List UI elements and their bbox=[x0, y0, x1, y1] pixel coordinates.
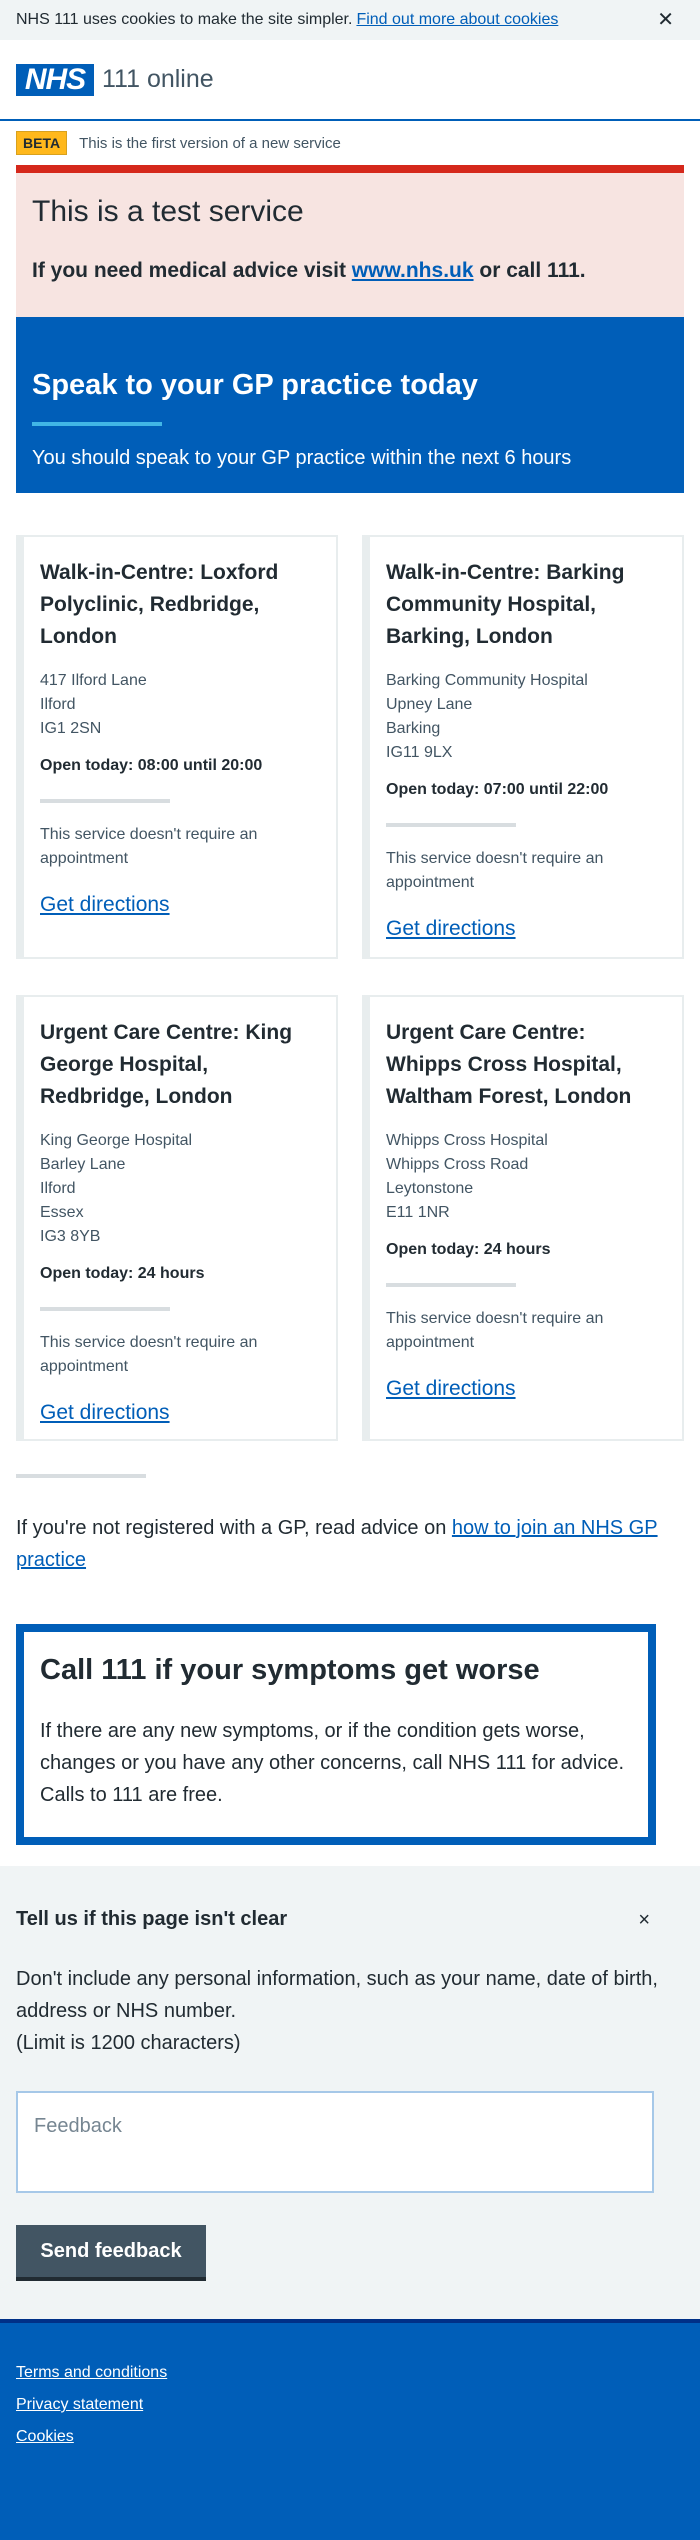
address-line: Barking bbox=[386, 720, 441, 737]
send-feedback-button[interactable]: Send feedback bbox=[16, 2225, 206, 2281]
page-title: Speak to your GP practice today bbox=[32, 369, 478, 401]
service-name: Walk-in-Centre: Loxford Polyclinic, Redb… bbox=[40, 561, 279, 648]
service-name[interactable]: 111 online bbox=[102, 65, 214, 94]
address-line: Essex bbox=[40, 1204, 84, 1221]
test-service-text: If you need medical advice visit www.nhs… bbox=[32, 259, 668, 283]
footer-link-privacy[interactable]: Privacy statement bbox=[16, 2389, 684, 2421]
service-list: Walk-in-Centre: Loxford Polyclinic, Redb… bbox=[0, 535, 700, 1441]
cookie-text: NHS 111 uses cookies to make the site si… bbox=[16, 11, 353, 28]
address-line: IG11 9LX bbox=[386, 744, 453, 761]
disposition-banner: Speak to your GP practice today You shou… bbox=[16, 317, 684, 493]
phase-banner: BETA This is the first version of a new … bbox=[0, 121, 700, 165]
service-card: Walk-in-Centre: Loxford Polyclinic, Redb… bbox=[16, 535, 338, 959]
beta-tag: BETA bbox=[16, 131, 68, 155]
worsening-heading: Call 111 if your symptoms get worse bbox=[40, 1654, 540, 1686]
worsening-text: If there are any new symptoms, or if the… bbox=[40, 1720, 625, 1806]
test-service-text-before: If you need medical advice visit bbox=[32, 259, 352, 282]
get-directions-link[interactable]: Get directions bbox=[386, 917, 516, 941]
service-name: Walk-in-Centre: Barking Community Hospit… bbox=[386, 561, 625, 648]
address-line: Barley Lane bbox=[40, 1156, 126, 1173]
get-directions-link[interactable]: Get directions bbox=[40, 893, 170, 917]
test-service-heading: This is a test service bbox=[32, 195, 304, 228]
feedback-privacy-text: Don't include any personal information, … bbox=[16, 1968, 658, 2022]
appointment-info: This service doesn't require an appointm… bbox=[386, 850, 604, 891]
service-address: Whipps Cross Hospital Whipps Cross Road … bbox=[386, 1129, 666, 1225]
address-line: King George Hospital bbox=[40, 1132, 193, 1149]
address-line: Ilford bbox=[40, 696, 76, 713]
footer-link-cookies[interactable]: Cookies bbox=[16, 2421, 684, 2453]
service-name: Urgent Care Centre: Whipps Cross Hospita… bbox=[386, 1021, 632, 1108]
address-line: Leytonstone bbox=[386, 1180, 474, 1197]
service-card: Walk-in-Centre: Barking Community Hospit… bbox=[362, 535, 684, 959]
close-icon[interactable]: × bbox=[638, 1910, 650, 1930]
section-divider bbox=[16, 1474, 146, 1478]
address-line: Ilford bbox=[40, 1180, 76, 1197]
service-address: 417 Ilford Lane Ilford IG1 2SN bbox=[40, 669, 320, 741]
appointment-info: This service doesn't require an appointm… bbox=[40, 1334, 258, 1375]
site-footer: Terms and conditions Privacy statement C… bbox=[0, 2319, 700, 2540]
feedback-heading: Tell us if this page isn't clear bbox=[16, 1908, 288, 1930]
opening-times: Open today: 07:00 until 22:00 bbox=[386, 781, 609, 798]
address-line: Whipps Cross Hospital bbox=[386, 1132, 548, 1149]
address-line: 417 Ilford Lane bbox=[40, 672, 147, 689]
appointment-info: This service doesn't require an appointm… bbox=[386, 1310, 604, 1351]
address-line: IG1 2SN bbox=[40, 720, 102, 737]
cookie-info-link[interactable]: Find out more about cookies bbox=[356, 11, 558, 28]
nhs-logo[interactable]: NHS bbox=[16, 63, 94, 96]
gp-registration-advice: If you're not registered with a GP, read… bbox=[16, 1512, 684, 1576]
card-divider bbox=[386, 823, 516, 827]
feedback-input[interactable] bbox=[16, 2091, 654, 2193]
service-card: Urgent Care Centre: Whipps Cross Hospita… bbox=[362, 995, 684, 1441]
service-address: King George Hospital Barley Lane Ilford … bbox=[40, 1129, 320, 1249]
cookie-message: NHS 111 uses cookies to make the site si… bbox=[16, 11, 558, 29]
nhs-uk-link[interactable]: www.nhs.uk bbox=[352, 259, 474, 282]
banner-subtext: You should speak to your GP practice wit… bbox=[32, 447, 572, 469]
address-line: IG3 8YB bbox=[40, 1228, 101, 1245]
card-divider bbox=[386, 1283, 516, 1287]
address-line: E11 1NR bbox=[386, 1204, 450, 1221]
service-card: Urgent Care Centre: King George Hospital… bbox=[16, 995, 338, 1441]
worsening-care-box: Call 111 if your symptoms get worse If t… bbox=[16, 1624, 656, 1845]
gp-advice-text: If you're not registered with a GP, read… bbox=[16, 1517, 452, 1539]
get-directions-link[interactable]: Get directions bbox=[386, 1377, 516, 1401]
address-line: Upney Lane bbox=[386, 696, 473, 713]
opening-times: Open today: 08:00 until 20:00 bbox=[40, 757, 263, 774]
service-address: Barking Community Hospital Upney Lane Ba… bbox=[386, 669, 666, 765]
service-name: Urgent Care Centre: King George Hospital… bbox=[40, 1021, 293, 1108]
feedback-info: Don't include any personal information, … bbox=[16, 1963, 684, 2059]
get-directions-link[interactable]: Get directions bbox=[40, 1401, 170, 1425]
site-header: NHS 111 online bbox=[0, 40, 700, 121]
beta-text: This is the first version of a new servi… bbox=[79, 134, 341, 152]
card-divider bbox=[40, 799, 170, 803]
test-service-text-after: or call 111. bbox=[473, 259, 586, 282]
address-line: Barking Community Hospital bbox=[386, 672, 588, 689]
footer-link-terms[interactable]: Terms and conditions bbox=[16, 2357, 684, 2389]
opening-times: Open today: 24 hours bbox=[386, 1241, 551, 1258]
feedback-limit-text: (Limit is 1200 characters) bbox=[16, 2032, 241, 2054]
opening-times: Open today: 24 hours bbox=[40, 1265, 205, 1282]
appointment-info: This service doesn't require an appointm… bbox=[40, 826, 258, 867]
cookie-banner: NHS 111 uses cookies to make the site si… bbox=[0, 0, 700, 40]
test-service-panel: This is a test service If you need medic… bbox=[16, 165, 684, 317]
close-icon[interactable]: ✕ bbox=[657, 10, 674, 30]
address-line: Whipps Cross Road bbox=[386, 1156, 529, 1173]
banner-divider bbox=[32, 422, 162, 426]
card-divider bbox=[40, 1307, 170, 1311]
feedback-section: Tell us if this page isn't clear × Don't… bbox=[0, 1866, 700, 2319]
